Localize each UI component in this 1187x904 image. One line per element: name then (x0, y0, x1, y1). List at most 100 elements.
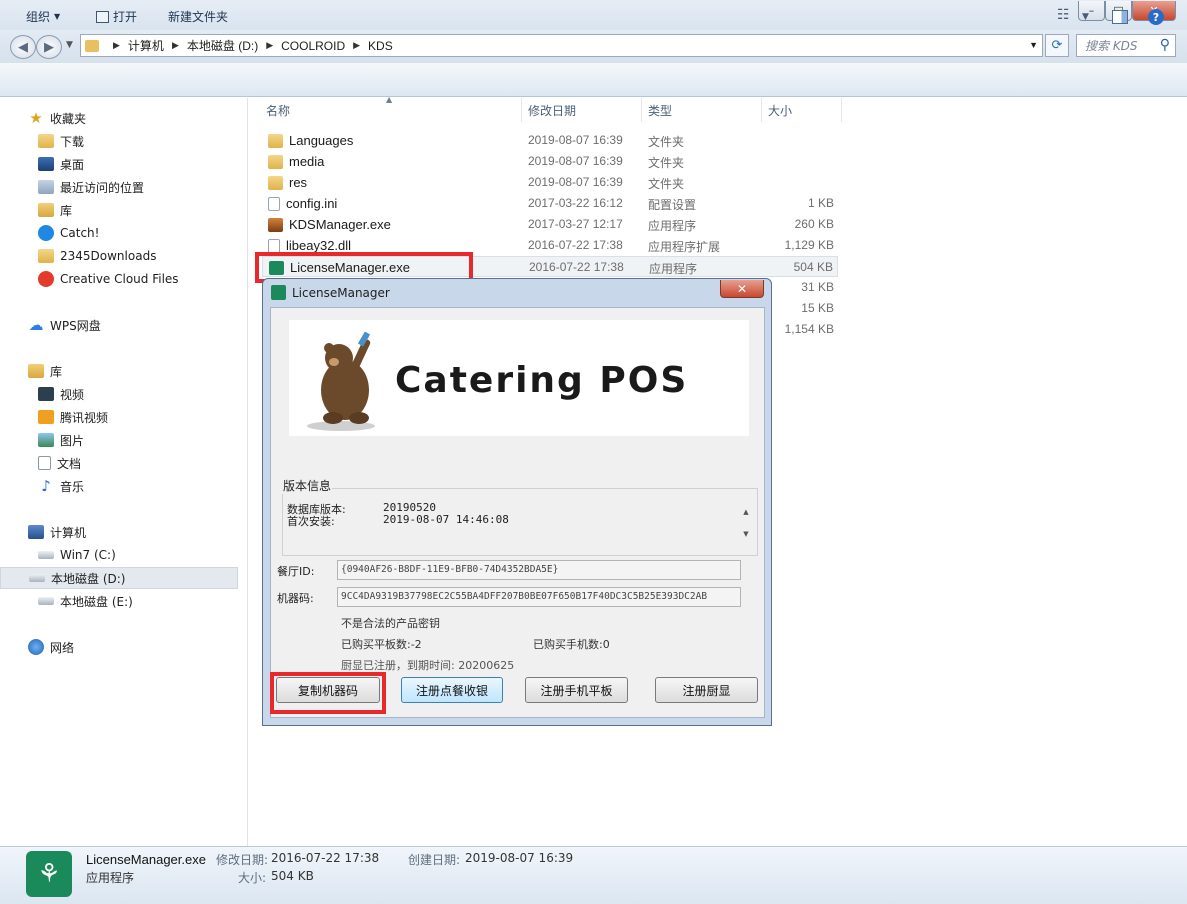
nav-recent-places[interactable]: 最近访问的位置 (38, 176, 144, 198)
nav-pictures[interactable]: 图片 (38, 429, 84, 451)
highlight-box (270, 672, 386, 714)
first-install-label: 首次安装: (287, 515, 335, 528)
file-type: 文件夹 (648, 177, 685, 191)
version-scrollbar[interactable]: ▲ ▼ (739, 501, 753, 551)
file-row[interactable]: config.ini 2017-03-22 16:12 配置设置 1 KB (262, 193, 838, 214)
file-row[interactable]: media 2019-08-07 16:39 文件夹 (262, 151, 838, 172)
file-size: 1,129 KB (784, 238, 834, 252)
file-date: 2019-08-07 16:39 (528, 175, 623, 189)
nav-tencent-video[interactable]: 腾讯视频 (38, 406, 108, 428)
restaurant-id-field[interactable]: {0940AF26-B8DF-11E9-BFB0-74D4352BDA5E} (337, 560, 741, 580)
organize-button[interactable]: 组织 ▼ (26, 8, 60, 25)
register-mobile-tablet-button[interactable]: 注册手机平板 (525, 677, 628, 703)
register-kitchen-display-button[interactable]: 注册厨显 (655, 677, 758, 703)
nav-videos[interactable]: 视频 (38, 383, 84, 405)
register-pos-button[interactable]: 注册点餐收银 (401, 677, 503, 703)
view-dropdown-icon[interactable]: ▼ (1082, 12, 1089, 22)
library-icon (28, 364, 44, 378)
music-icon: ♪ (41, 477, 51, 495)
bear-mascot-icon (307, 331, 375, 431)
nav-network[interactable]: 网络 (28, 636, 74, 658)
invalid-key-text: 不是合法的产品密钥 (341, 617, 440, 630)
drive-icon (29, 574, 45, 582)
column-header-size[interactable]: 大小 (762, 98, 842, 122)
file-date: 2017-03-22 16:12 (528, 196, 623, 210)
nav-2345downloads[interactable]: 2345Downloads (38, 245, 156, 267)
nav-wps-drive[interactable]: ☁ WPS网盘 (28, 314, 101, 336)
refresh-button[interactable]: ⟳ (1045, 34, 1069, 57)
nav-computer[interactable]: 计算机 (28, 521, 86, 543)
nav-drive-c[interactable]: Win7 (C:) (38, 544, 116, 566)
file-row[interactable]: res 2019-08-07 16:39 文件夹 (262, 172, 838, 193)
search-placeholder: 搜索 KDS (1085, 39, 1138, 53)
phones-bought-text: 已购买手机数:0 (533, 638, 610, 651)
license-app-icon (271, 285, 286, 300)
recent-pages-dropdown[interactable]: ▼ (66, 40, 73, 50)
help-icon[interactable]: ? (1148, 9, 1164, 25)
nav-creative-cloud[interactable]: Creative Cloud Files (38, 268, 179, 290)
nav-documents[interactable]: 文档 (38, 452, 81, 474)
column-header-type[interactable]: 类型 (642, 98, 762, 122)
nav-label: 视频 (60, 387, 85, 402)
file-type: 文件夹 (648, 135, 685, 149)
command-bar (0, 63, 1187, 97)
breadcrumb-drive-d[interactable]: 本地磁盘 (D:) (187, 37, 258, 54)
nav-label: 文档 (57, 456, 82, 471)
nav-library-favorite[interactable]: 库 (38, 199, 72, 221)
search-input[interactable]: 搜索 KDS ⚲ (1076, 34, 1176, 57)
preview-pane-icon[interactable] (1112, 10, 1128, 24)
file-size: 260 KB (794, 217, 834, 231)
dll-file-icon (268, 238, 280, 253)
view-options-icon[interactable]: ☷ (1057, 7, 1070, 23)
organize-label: 组织 (26, 10, 51, 24)
back-button[interactable]: ◀ (10, 35, 36, 59)
nav-label: 2345Downloads (60, 249, 157, 263)
file-size: 1,154 KB (784, 322, 834, 336)
open-button[interactable]: 打开 (96, 8, 137, 25)
forward-button[interactable]: ▶ (36, 35, 62, 59)
selected-file-name: LicenseManager.exe (86, 852, 206, 867)
new-folder-label: 新建文件夹 (168, 10, 229, 24)
nav-libraries[interactable]: 库 (28, 360, 62, 382)
file-date: 2017-03-27 12:17 (528, 217, 623, 231)
file-date: 2016-07-22 17:38 (529, 260, 624, 274)
address-dropdown-icon[interactable]: ▼ (1029, 40, 1038, 50)
config-file-icon (268, 196, 280, 211)
kitchen-registered-text: 厨显已注册，到期时间: 20200625 (341, 659, 515, 672)
breadcrumb-separator-icon[interactable]: ▶ (353, 40, 360, 51)
nav-label: 计算机 (50, 525, 87, 540)
file-row[interactable]: KDSManager.exe 2017-03-27 12:17 应用程序 260… (262, 214, 838, 235)
nav-label: 网络 (50, 640, 75, 655)
new-folder-button[interactable]: 新建文件夹 (168, 8, 228, 25)
file-type: 文件夹 (648, 156, 685, 170)
breadcrumb-computer[interactable]: 计算机 (128, 37, 164, 54)
nav-label: 本地磁盘 (E:) (60, 594, 133, 609)
search-icon[interactable]: ⚲ (1160, 37, 1170, 53)
file-name: config.ini (286, 196, 338, 211)
breadcrumb-separator-icon[interactable]: ▶ (113, 40, 120, 51)
license-manager-dialog: LicenseManager ✕ Catering POS 版本信息 数据库版本… (262, 278, 772, 726)
nav-desktop[interactable]: 桌面 (38, 153, 84, 175)
nav-music[interactable]: ♪ 音乐 (38, 475, 84, 497)
file-row[interactable]: Languages 2019-08-07 16:39 文件夹 (262, 130, 838, 151)
machine-code-field[interactable]: 9CC4DA9319B37798EC2C55BA4DFF207B0BE07F65… (337, 587, 741, 607)
breadcrumb-separator-icon[interactable]: ▶ (266, 40, 273, 51)
column-header-date[interactable]: 修改日期 (522, 98, 642, 122)
address-input[interactable]: ▶ 计算机 ▶ 本地磁盘 (D:) ▶ COOLROID ▶ KDS ▼ (80, 34, 1043, 57)
dialog-close-button[interactable]: ✕ (720, 280, 764, 298)
file-name: media (289, 154, 325, 169)
nav-drive-d[interactable]: 本地磁盘 (D:) (0, 567, 238, 589)
file-name: Languages (289, 133, 354, 148)
file-date: 2019-08-07 16:39 (528, 133, 623, 147)
breadcrumb-separator-icon[interactable]: ▶ (172, 40, 179, 51)
breadcrumb-kds[interactable]: KDS (368, 39, 393, 53)
nav-downloads[interactable]: 下载 (38, 130, 84, 152)
nav-label: 本地磁盘 (D:) (51, 571, 126, 586)
file-name: res (289, 175, 308, 190)
file-type: 配置设置 (648, 198, 697, 212)
breadcrumb-coolroid[interactable]: COOLROID (281, 39, 345, 53)
nav-favorites[interactable]: ★ 收藏夹 (28, 107, 86, 129)
nav-catch[interactable]: Catch! (38, 222, 99, 244)
library-icon (38, 203, 54, 217)
nav-drive-e[interactable]: 本地磁盘 (E:) (38, 590, 133, 612)
